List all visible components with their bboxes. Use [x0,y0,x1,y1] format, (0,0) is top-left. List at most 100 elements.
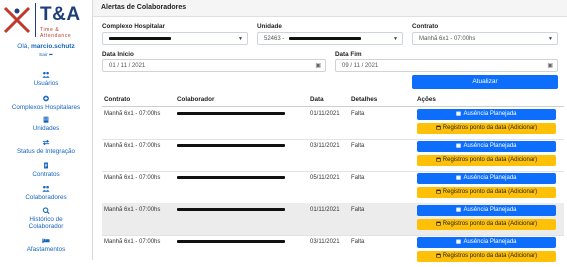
sidebar-item-status-integracao[interactable]: Status de Integração [0,139,92,155]
username: marcio.schutz [31,43,75,50]
clock-records-label: Registros ponto da data (Adicionar) [442,221,538,227]
table-row: Manhã 6x1 - 07:00hs 03/11/2021 Falta Aus… [102,235,564,267]
data-inicio-label: Data Inicio [102,51,134,58]
panel-header: Alertas de Colaboradores [93,0,567,17]
clock-records-label: Registros ponto da data (Adicionar) [442,253,538,259]
planned-absence-button[interactable]: Ausência Planejada [417,109,556,120]
table-row: Manhã 6x1 - 07:00hs 01/11/2021 Falta Aus… [102,107,564,140]
cell-detalhes: Falta [351,207,365,213]
planned-absence-button[interactable]: Ausência Planejada [417,173,556,184]
column-header-contrato: Contrato [104,96,131,103]
planned-absence-label: Ausência Planejada [463,143,517,149]
panel-title: Alertas de Colaboradores [101,4,187,11]
app-logo[interactable]: T&A Time & Attendance [2,3,90,39]
planned-absence-label: Ausência Planejada [463,207,517,213]
unidade-select[interactable]: 52463 - ▼ [257,32,403,45]
cell-contrato: Manhã 6x1 - 07:00hs [104,143,161,149]
data-fim-value: 09 / 11 / 2021 [342,63,379,69]
calendar-icon [456,111,462,116]
clock-records-button[interactable]: Registros ponto da data (Adicionar) [417,187,556,198]
clock-records-button[interactable]: Registros ponto da data (Adicionar) [417,251,556,262]
cell-data: 01/11/2021 [310,111,340,117]
contract-icon [44,162,48,169]
sidebar-item-label: Colaboradores [25,194,67,201]
sidebar-item-complexos[interactable]: Complexos Hospitalares [0,95,92,111]
logout-label: Sair [39,53,48,58]
logo-subtitle: Time & Attendance [40,27,72,39]
cell-colaborador-redacted [177,143,285,149]
calendar-icon [456,175,462,180]
unidade-label: Unidade [257,23,282,30]
clock-records-button[interactable]: Registros ponto da data (Adicionar) [417,155,556,166]
clock-records-button[interactable]: Registros ponto da data (Adicionar) [417,219,556,230]
table-row: Manhã 6x1 - 07:00hs 01/11/2021 Falta Aus… [102,203,564,236]
unidade-value: 52463 - [264,36,362,42]
users-icon [42,71,50,78]
calendar-icon [436,189,441,194]
contrato-select[interactable]: Manhã 6x1 - 07:00hs ▼ [412,32,558,45]
chevron-down-icon: ▼ [393,36,398,42]
complexo-label: Complexo Hospitalar [102,23,165,30]
logo-divider [35,3,36,37]
sidebar-item-afastamentos[interactable]: Afastamentos [0,237,92,253]
data-inicio-input[interactable]: 01 / 11 / 2021 ▣ [102,59,326,72]
column-header-data: Data [310,96,324,103]
atualizar-button[interactable]: Atualizar [412,75,558,89]
contrato-label: Contrato [412,23,439,30]
sidebar-item-label: Complexos Hospitalares [11,104,81,111]
sidebar: T&A Time & Attendance Olá, marcio.schutz… [0,0,93,260]
cell-detalhes: Falta [351,111,365,117]
building-icon [43,116,49,123]
column-header-acoes: Ações [417,96,436,103]
history-icon [42,207,50,214]
planned-absence-label: Ausência Planejada [463,239,517,245]
cell-contrato: Manhã 6x1 - 07:00hs [104,239,161,245]
main-content: Alertas de Colaboradores Complexo Hospit… [93,0,567,262]
calendar-icon [456,239,462,244]
cell-colaborador-redacted [177,175,285,181]
cell-contrato: Manhã 6x1 - 07:00hs [104,111,161,117]
logout-link[interactable]: Sair ➦ [0,53,92,58]
complexo-value-redacted [109,36,171,42]
cell-contrato: Manhã 6x1 - 07:00hs [104,175,161,181]
clock-records-label: Registros ponto da data (Adicionar) [442,157,538,163]
planned-absence-button[interactable]: Ausência Planejada [417,237,556,248]
data-inicio-value: 01 / 11 / 2021 [109,63,146,69]
cell-data: 03/11/2021 [310,239,340,245]
cell-data: 03/11/2021 [310,143,340,149]
sidebar-item-historico-colaborador[interactable]: Histórico de Colaborador [0,207,92,230]
calendar-icon [456,143,462,148]
cell-data: 01/11/2021 [310,207,340,213]
logo-title: T&A [40,4,81,25]
sidebar-item-label: Contratos [32,171,60,178]
sidebar-item-label: Usuários [33,80,59,87]
planned-absence-button[interactable]: Ausência Planejada [417,141,556,152]
clock-records-button[interactable]: Registros ponto da data (Adicionar) [417,123,556,134]
planned-absence-label: Ausência Planejada [463,111,517,117]
cell-detalhes: Falta [351,143,365,149]
logo-mark-icon [3,6,31,34]
cell-data: 05/11/2021 [310,175,340,181]
table-row: Manhã 6x1 - 07:00hs 05/11/2021 Falta Aus… [102,171,564,204]
sidebar-item-usuarios[interactable]: Usuários [0,71,92,87]
calendar-icon[interactable]: ▣ [315,62,321,69]
cell-colaborador-redacted [177,207,285,213]
sidebar-item-label: Afastamentos [26,246,66,253]
cell-detalhes: Falta [351,175,365,181]
planned-absence-button[interactable]: Ausência Planejada [417,205,556,216]
sidebar-item-label: Histórico de [29,216,63,223]
bed-icon [42,238,50,244]
data-fim-input[interactable]: 09 / 11 / 2021 ▣ [335,59,558,72]
complexo-select[interactable]: ▼ [102,32,248,45]
logout-icon: ➦ [48,53,53,58]
sidebar-item-unidades[interactable]: Unidades [0,116,92,132]
exchange-icon [42,139,50,146]
greeting-text: Olá, [17,43,30,50]
sidebar-item-label: Status de Integração [16,148,76,155]
column-header-detalhes: Detalhes [351,96,378,103]
sidebar-item-contratos[interactable]: Contratos [0,162,92,178]
chevron-down-icon: ▼ [548,36,553,42]
calendar-icon[interactable]: ▣ [547,62,553,69]
sidebar-item-colaboradores[interactable]: Colaboradores [0,185,92,201]
cell-contrato: Manhã 6x1 - 07:00hs [104,207,161,213]
